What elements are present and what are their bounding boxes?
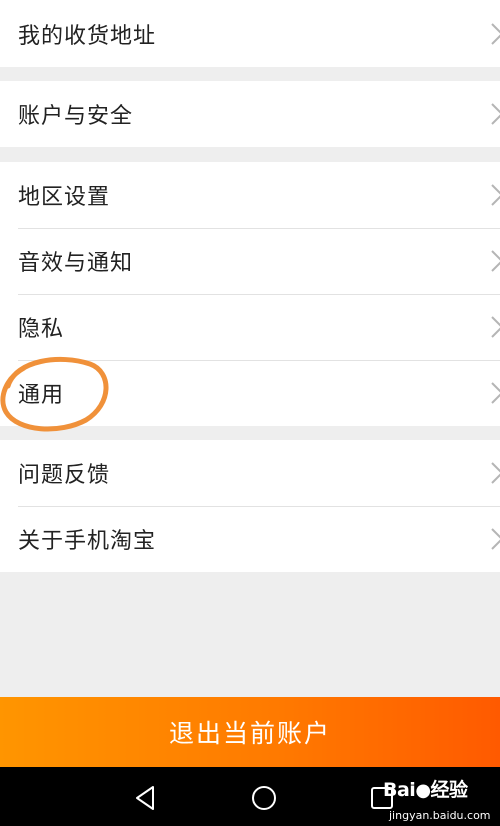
settings-group-account: 账户与安全 xyxy=(0,81,500,147)
chevron-right-icon xyxy=(491,184,500,206)
back-triangle-icon[interactable] xyxy=(131,783,161,813)
settings-item-shipping-address[interactable]: 我的收货地址 xyxy=(0,0,500,67)
home-circle-icon[interactable] xyxy=(249,783,279,813)
settings-item-general[interactable]: 通用 xyxy=(0,360,500,426)
chevron-right-icon xyxy=(491,528,500,550)
settings-item-account-security[interactable]: 账户与安全 xyxy=(0,81,500,147)
settings-item-label: 通用 xyxy=(18,383,65,408)
logout-button[interactable]: 退出当前账户 xyxy=(0,697,500,767)
settings-group-preferences: 地区设置 音效与通知 隐私 通用 xyxy=(0,162,500,426)
settings-group-address: 我的收货地址 xyxy=(0,0,500,67)
chevron-right-icon xyxy=(491,22,500,45)
settings-item-privacy[interactable]: 隐私 xyxy=(0,294,500,360)
recent-square-icon[interactable] xyxy=(367,783,397,813)
chevron-right-icon xyxy=(491,316,500,338)
settings-item-label: 账户与安全 xyxy=(18,104,134,129)
chevron-right-icon xyxy=(491,250,500,272)
settings-group-support: 问题反馈 关于手机淘宝 xyxy=(0,440,500,572)
settings-item-label: 地区设置 xyxy=(18,185,111,210)
chevron-right-icon xyxy=(491,382,500,404)
settings-item-feedback[interactable]: 问题反馈 xyxy=(0,440,500,506)
settings-item-label: 我的收货地址 xyxy=(18,23,157,49)
logout-label: 退出当前账户 xyxy=(168,719,331,748)
settings-item-region[interactable]: 地区设置 xyxy=(0,162,500,228)
settings-item-label: 音效与通知 xyxy=(18,251,134,276)
settings-item-label: 关于手机淘宝 xyxy=(18,529,157,554)
settings-item-about[interactable]: 关于手机淘宝 xyxy=(0,506,500,572)
settings-item-label: 问题反馈 xyxy=(18,463,111,488)
android-nav-bar xyxy=(0,767,500,826)
chevron-right-icon xyxy=(491,462,500,484)
settings-item-label: 隐私 xyxy=(18,317,65,342)
settings-item-sound-notification[interactable]: 音效与通知 xyxy=(0,228,500,294)
chevron-right-icon xyxy=(491,103,500,125)
